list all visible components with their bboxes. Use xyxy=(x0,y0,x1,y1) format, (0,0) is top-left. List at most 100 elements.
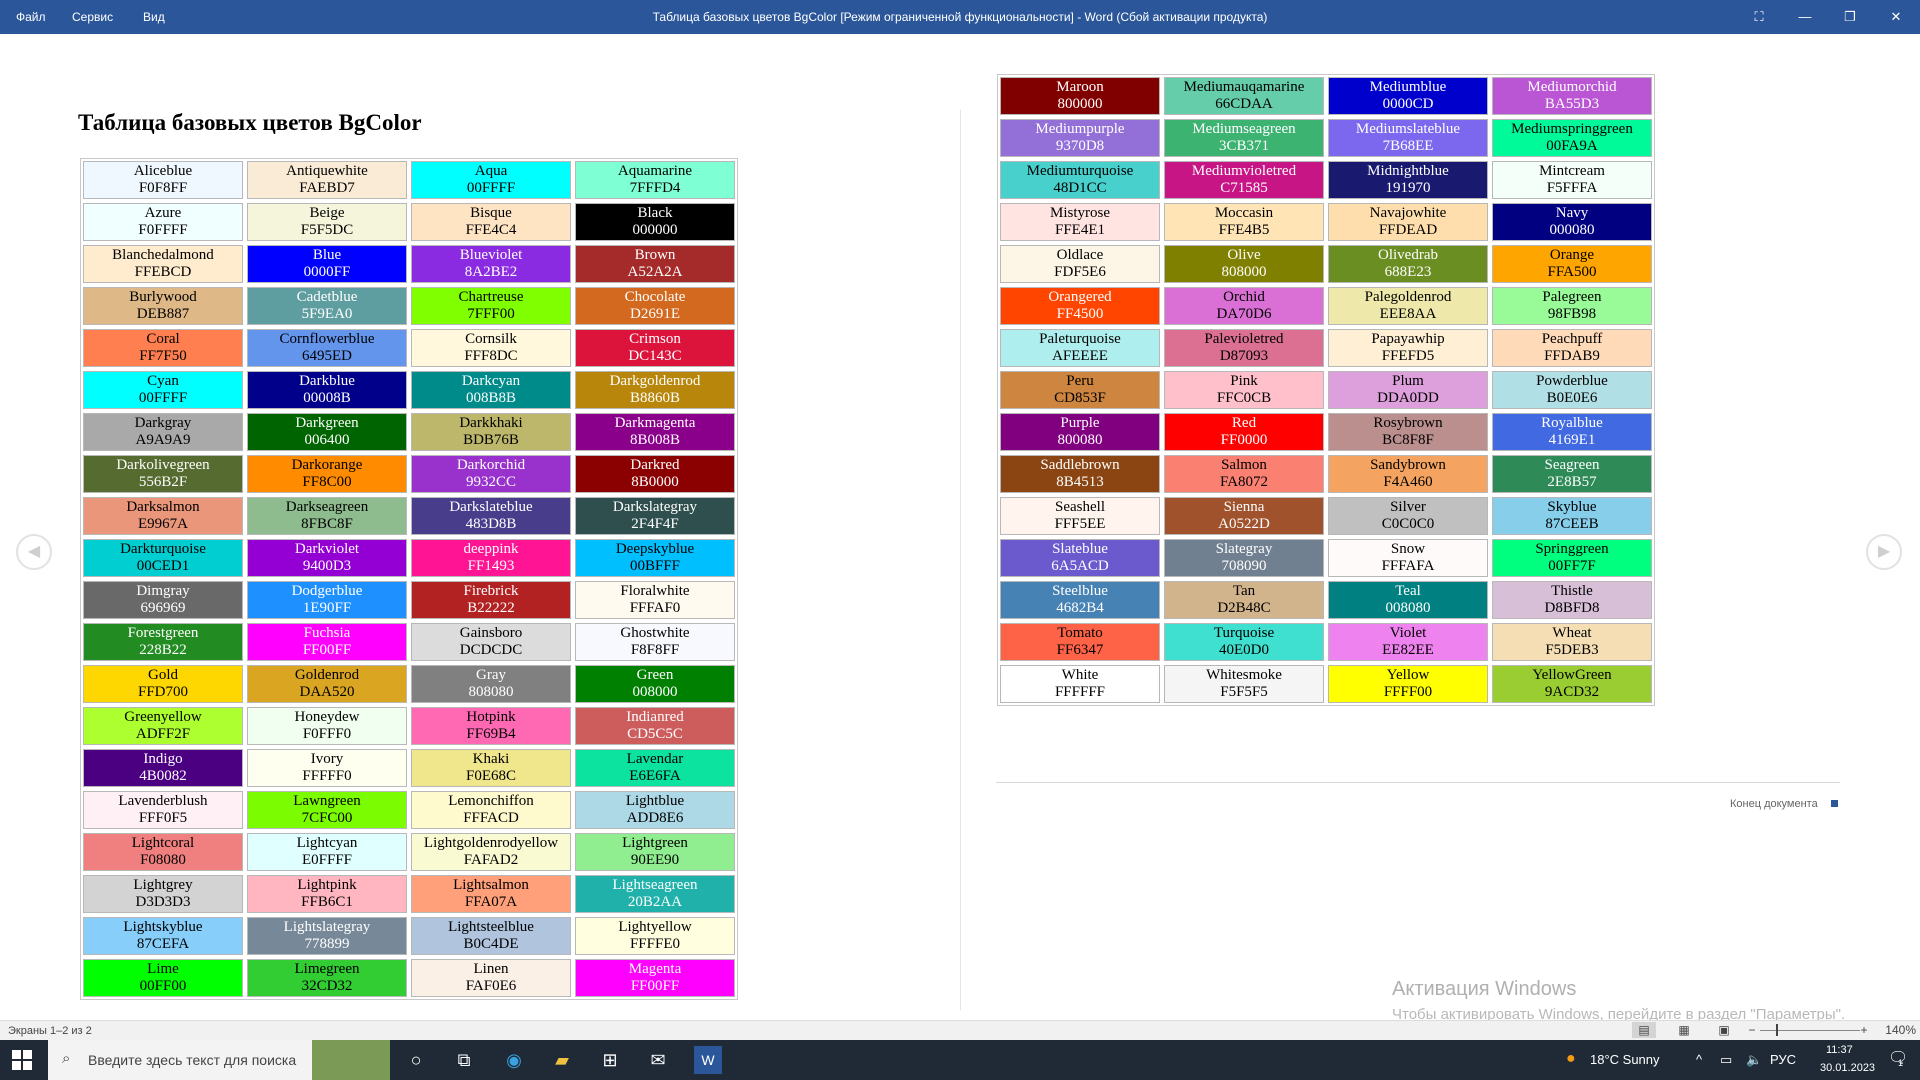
color-name: Indigo xyxy=(143,751,183,767)
color-hex: 778899 xyxy=(304,936,350,952)
color-cell: Violet EE82EE xyxy=(1328,623,1488,661)
zoom-slider-thumb[interactable] xyxy=(1776,1024,1778,1036)
color-cell: Mediumpurple 9370D8 xyxy=(1000,119,1160,157)
next-screen-icon[interactable]: ▶ xyxy=(1866,534,1902,570)
color-hex: D87093 xyxy=(1219,348,1269,364)
color-name: Dodgerblue xyxy=(291,583,363,599)
restore-button[interactable]: ❐ xyxy=(1839,6,1861,28)
color-name: Steelblue xyxy=(1052,583,1108,599)
print-layout-icon[interactable]: ▦ xyxy=(1672,1022,1696,1038)
color-cell: Cornsilk FFF8DC xyxy=(411,329,571,367)
color-table-right: Maroon 800000 Mediumauqamarine 66CDAA Medium… xyxy=(997,74,1655,706)
color-hex: 00FF00 xyxy=(139,978,187,994)
color-name: Wheat xyxy=(1552,625,1592,641)
color-cell: Mediumblue 0000CD xyxy=(1328,77,1488,115)
color-hex: FFFAF0 xyxy=(629,600,681,616)
windows-start-icon[interactable] xyxy=(12,1050,32,1070)
color-cell: Olivedrab 688E23 xyxy=(1328,245,1488,283)
color-name: Papayawhip xyxy=(1371,331,1445,347)
weather-text[interactable]: 18°C Sunny xyxy=(1590,1052,1660,1067)
color-hex: F8F8FF xyxy=(630,642,680,658)
color-name: Ghostwhite xyxy=(620,625,690,641)
end-of-document: Конец документа xyxy=(1730,798,1838,810)
clock-time[interactable]: 11:37 xyxy=(1826,1044,1853,1056)
color-name: Floralwhite xyxy=(620,583,690,599)
keyboard-language[interactable]: РУС xyxy=(1770,1052,1796,1067)
focus-mode-icon[interactable]: ⛶ xyxy=(1748,6,1770,28)
color-name: Lightyellow xyxy=(618,919,692,935)
taskbar-search-box[interactable]: ⌕ Введите здесь текст для поиска xyxy=(48,1040,390,1080)
web-layout-icon[interactable]: ▣ xyxy=(1712,1022,1736,1038)
color-cell: Tan D2B48C xyxy=(1164,581,1324,619)
color-cell: Lightcoral F08080 xyxy=(83,833,243,871)
color-hex: 008000 xyxy=(632,684,678,700)
color-cell: Burlywood DEB887 xyxy=(83,287,243,325)
color-name: Purple xyxy=(1060,415,1100,431)
color-cell: Mediumturquoise 48D1CC xyxy=(1000,161,1160,199)
color-name: Lightpink xyxy=(297,877,357,893)
zoom-slider[interactable] xyxy=(1760,1030,1860,1031)
color-hex: FFE4C4 xyxy=(465,222,517,238)
cortana-icon[interactable]: ○ xyxy=(402,1046,430,1074)
tray-expand-icon[interactable]: ^ xyxy=(1696,1052,1702,1067)
color-cell: Indigo 4B0082 xyxy=(83,749,243,787)
color-hex: 00FA9A xyxy=(1546,138,1598,154)
color-cell: Rosybrown BC8F8F xyxy=(1328,413,1488,451)
color-cell: Red FF0000 xyxy=(1164,413,1324,451)
store-icon[interactable]: ⊞ xyxy=(596,1046,624,1074)
color-name: Fuchsia xyxy=(303,625,351,641)
color-cell: White FFFFFF xyxy=(1000,665,1160,703)
color-name: Lawngreen xyxy=(293,793,361,809)
color-hex: 228B22 xyxy=(139,642,187,658)
volume-icon[interactable]: 🔈 xyxy=(1746,1052,1762,1068)
read-mode-icon[interactable]: ▤ xyxy=(1632,1022,1656,1038)
color-cell: Orange FFA500 xyxy=(1492,245,1652,283)
color-name: Lightcoral xyxy=(131,835,195,851)
color-name: Gold xyxy=(148,667,178,683)
color-name: Peru xyxy=(1066,373,1094,389)
previous-screen-icon[interactable]: ◀ xyxy=(16,534,52,570)
color-cell: Chocolate D2691E xyxy=(575,287,735,325)
clock-date[interactable]: 30.01.2023 xyxy=(1820,1062,1875,1074)
word-icon[interactable]: W xyxy=(694,1046,722,1074)
color-cell: Royalblue 4169E1 xyxy=(1492,413,1652,451)
color-hex: 000000 xyxy=(632,222,678,238)
color-hex: 708090 xyxy=(1221,558,1267,574)
file-explorer-icon[interactable]: ▰ xyxy=(548,1046,576,1074)
color-name: Darkgreen xyxy=(295,415,359,431)
zoom-in-icon[interactable]: + xyxy=(1852,1022,1876,1038)
network-icon[interactable]: ▭ xyxy=(1720,1052,1732,1068)
color-hex: 2F4F4F xyxy=(631,516,679,532)
color-hex: FFFFF0 xyxy=(302,768,352,784)
color-cell: Turquoise 40E0D0 xyxy=(1164,623,1324,661)
color-cell: Deepskyblue 00BFFF xyxy=(575,539,735,577)
color-cell: Cornflowerblue 6495ED xyxy=(247,329,407,367)
color-hex: 48D1CC xyxy=(1053,180,1107,196)
color-name: Darkgoldenrod xyxy=(609,373,701,389)
color-cell: Midnightblue 191970 xyxy=(1328,161,1488,199)
edge-icon[interactable]: ◉ xyxy=(500,1046,528,1074)
color-name: Green xyxy=(636,667,674,683)
color-name: Springgreen xyxy=(1535,541,1609,557)
color-cell: Forestgreen 228B22 xyxy=(83,623,243,661)
color-hex: 20B2AA xyxy=(627,894,683,910)
minimize-button[interactable]: — xyxy=(1794,6,1816,28)
color-hex: FF4500 xyxy=(1056,306,1104,322)
color-cell: Yellow FFFF00 xyxy=(1328,665,1488,703)
color-name: Darkgray xyxy=(134,415,192,431)
color-cell: Palevioletred D87093 xyxy=(1164,329,1324,367)
task-view-icon[interactable]: ⧉ xyxy=(450,1046,478,1074)
color-name: Mediumauqamarine xyxy=(1183,79,1305,95)
color-hex: 7FFF00 xyxy=(467,306,515,322)
color-name: Whitesmoke xyxy=(1206,667,1282,683)
close-button[interactable]: ✕ xyxy=(1885,6,1907,28)
color-hex: 006400 xyxy=(304,432,350,448)
color-cell: Mediumslateblue 7B68EE xyxy=(1328,119,1488,157)
zoom-level[interactable]: 140% xyxy=(1880,1022,1916,1038)
color-cell: Navy 000080 xyxy=(1492,203,1652,241)
color-cell: Honeydew F0FFF0 xyxy=(247,707,407,745)
color-name: Turquoise xyxy=(1213,625,1275,641)
color-hex: FF00FF xyxy=(302,642,352,658)
mail-icon[interactable]: ✉ xyxy=(644,1046,672,1074)
color-hex: FFFFE0 xyxy=(629,936,681,952)
